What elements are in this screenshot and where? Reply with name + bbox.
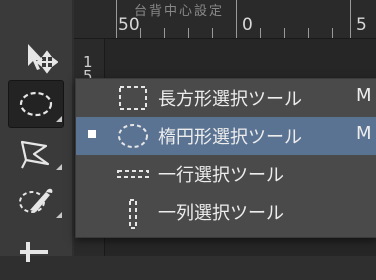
menu-item-single-column-marquee[interactable]: 一列選択ツール bbox=[76, 193, 376, 231]
menu-item-elliptical-marquee[interactable]: 楕円形選択ツール M bbox=[76, 117, 376, 155]
menu-item-label: 長方形選択ツール bbox=[158, 89, 302, 110]
submenu-indicator-icon bbox=[56, 164, 62, 170]
ruler-number: 50 bbox=[118, 15, 140, 35]
menu-item-shortcut: M bbox=[356, 85, 372, 106]
lasso-tool-button[interactable] bbox=[6, 128, 66, 176]
submenu-indicator-icon bbox=[56, 212, 62, 218]
marquee-tool-button[interactable] bbox=[6, 80, 66, 128]
polygonal-lasso-icon bbox=[20, 140, 50, 169]
move-arrow-icon bbox=[28, 44, 58, 74]
single-column-marquee-icon bbox=[129, 199, 137, 229]
quick-selection-tool-button[interactable] bbox=[6, 176, 66, 224]
menu-item-label: 一列選択ツール bbox=[158, 203, 284, 224]
elliptical-marquee-icon bbox=[19, 91, 53, 117]
menu-item-single-row-marquee[interactable]: 一行選択ツール bbox=[76, 155, 376, 193]
move-tool-button[interactable] bbox=[6, 34, 66, 82]
ruler-header-text: 台背中心設定 bbox=[134, 4, 225, 19]
menu-item-label: 一行選択ツール bbox=[158, 165, 284, 186]
current-tool-bullet-icon bbox=[88, 130, 96, 138]
rectangular-marquee-icon bbox=[119, 86, 147, 110]
marquee-tools-flyout-menu: 長方形選択ツール M 楕円形選択ツール M 一行選択ツール 一列選択ツール bbox=[75, 78, 376, 238]
menu-item-shortcut: M bbox=[356, 123, 372, 144]
menu-item-label: 楕円形選択ツール bbox=[158, 127, 302, 148]
quick-selection-brush-icon bbox=[19, 188, 53, 213]
tools-panel bbox=[0, 0, 72, 262]
single-row-marquee-icon bbox=[117, 170, 149, 178]
ruler-number: 5 bbox=[356, 15, 367, 35]
ruler-number: 0 bbox=[242, 15, 253, 35]
submenu-indicator-icon bbox=[56, 116, 62, 122]
crop-icon bbox=[20, 242, 48, 262]
top-ruler: 台背中心設定 50 0 5 bbox=[74, 0, 376, 39]
elliptical-marquee-icon bbox=[118, 124, 148, 148]
crop-tool-button[interactable] bbox=[6, 232, 66, 280]
menu-item-rectangular-marquee[interactable]: 長方形選択ツール M bbox=[76, 79, 376, 117]
